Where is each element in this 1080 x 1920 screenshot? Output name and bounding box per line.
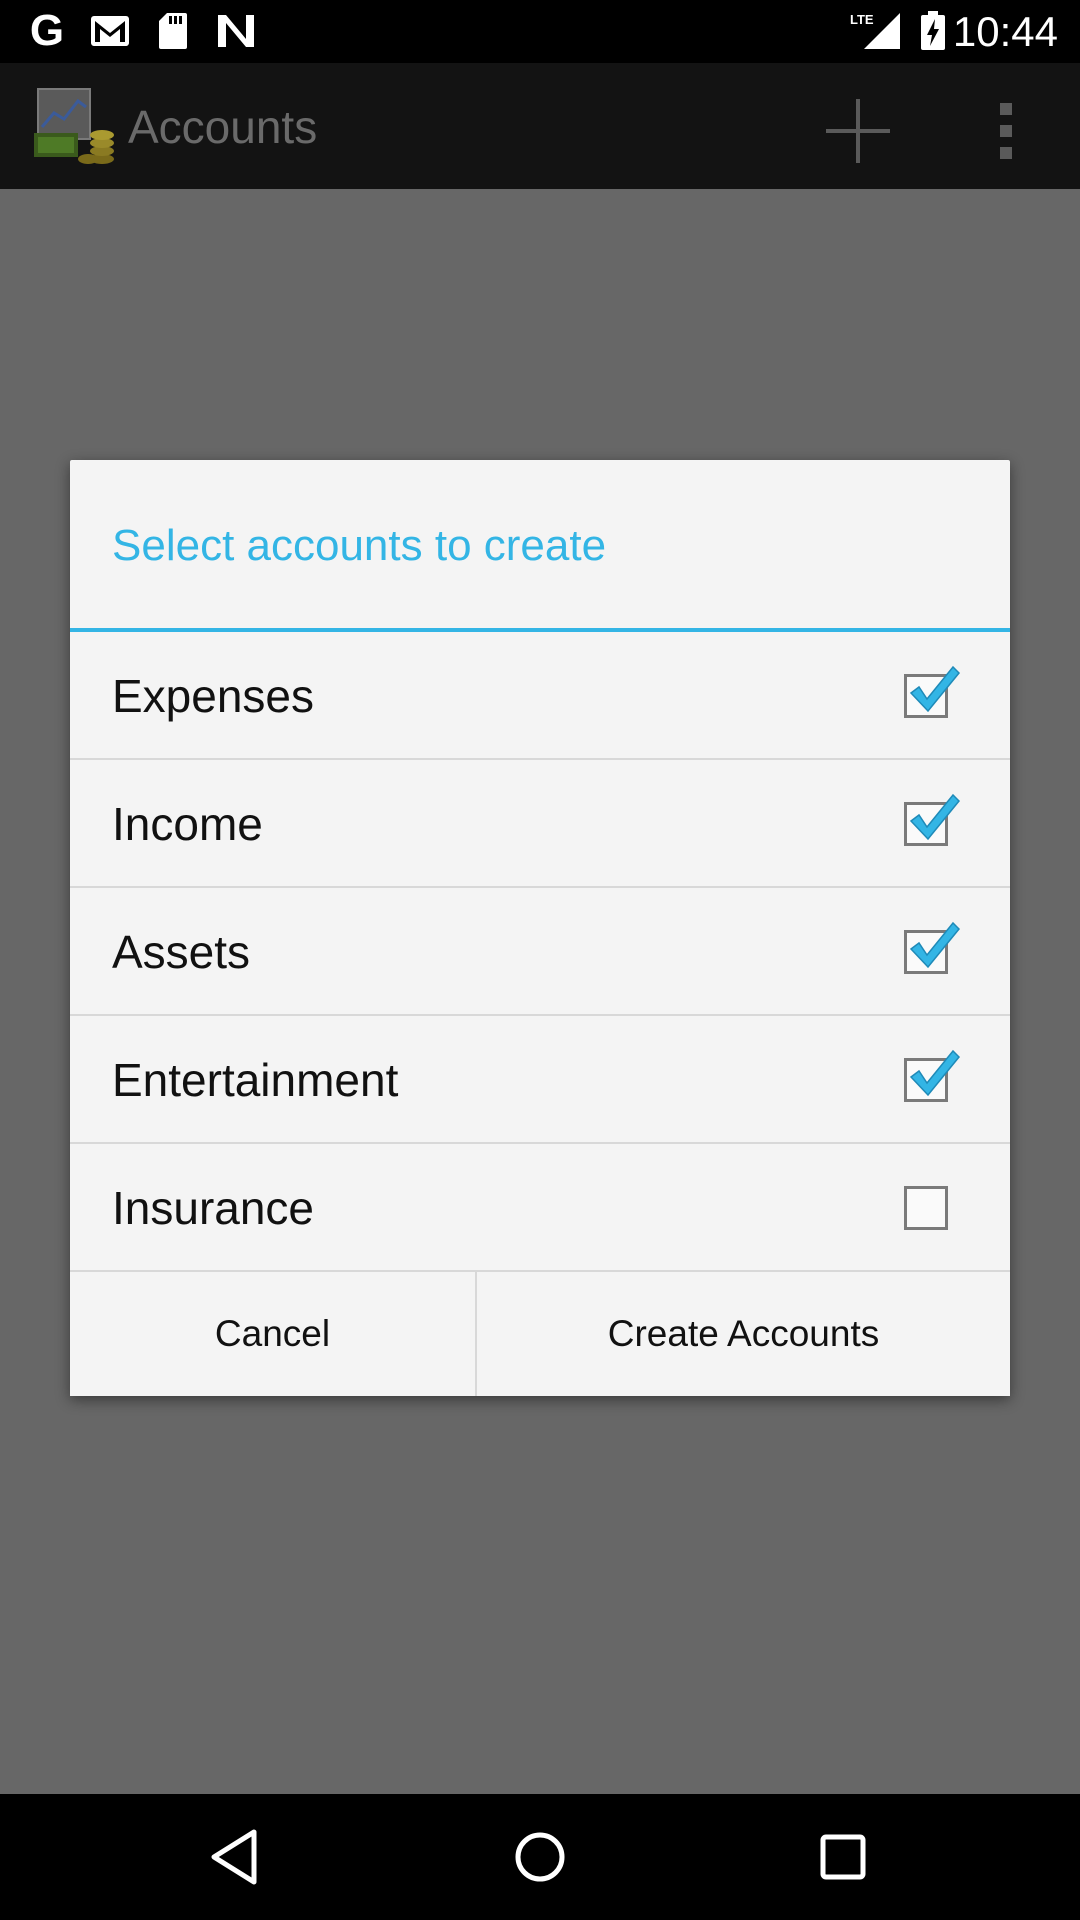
checkmark-icon (909, 1049, 961, 1097)
n-icon (214, 10, 258, 52)
select-accounts-dialog: Select accounts to create Expenses Incom… (70, 460, 1010, 1396)
option-row-income[interactable]: Income (70, 760, 1010, 888)
battery-charging-icon (918, 10, 948, 52)
option-row-assets[interactable]: Assets (70, 888, 1010, 1016)
checkbox-income[interactable] (904, 793, 961, 846)
lte-signal-icon: LTE (848, 10, 902, 52)
dialog-title: Select accounts to create (112, 521, 607, 570)
option-label: Insurance (112, 1182, 315, 1234)
action-bar: Accounts (0, 63, 1080, 189)
gmail-icon (88, 10, 132, 52)
action-bar-title: Accounts (128, 101, 318, 153)
status-bar: G LTE 10:44 (0, 0, 1080, 63)
dialog-button-bar: Cancel Create Accounts (70, 1272, 1010, 1396)
google-icon: G (29, 6, 65, 55)
checkmark-icon (909, 793, 961, 841)
add-icon[interactable] (818, 91, 898, 171)
checkmark-icon (909, 921, 961, 969)
option-row-entertainment[interactable]: Entertainment (70, 1016, 1010, 1144)
cancel-button[interactable]: Cancel (70, 1272, 477, 1396)
option-row-insurance[interactable]: Insurance (70, 1144, 1010, 1272)
checkbox-insurance[interactable] (904, 1186, 948, 1230)
option-label: Income (112, 798, 263, 850)
home-icon[interactable] (505, 1822, 575, 1892)
option-label: Expenses (112, 670, 315, 722)
checkbox-expenses[interactable] (904, 665, 961, 718)
overflow-menu-icon[interactable] (986, 93, 1026, 169)
option-label: Assets (112, 926, 251, 978)
checkbox-assets[interactable] (904, 921, 961, 974)
option-label: Entertainment (112, 1054, 399, 1106)
app-logo-icon (32, 87, 116, 167)
account-option-list: Expenses Income Assets Entertainment Ins… (70, 632, 1010, 1272)
checkmark-icon (909, 665, 961, 713)
recents-icon[interactable] (808, 1822, 878, 1892)
status-time: 10:44 (952, 8, 1058, 55)
navigation-bar (0, 1794, 1080, 1920)
option-row-expenses[interactable]: Expenses (70, 632, 1010, 760)
sd-card-icon (156, 10, 190, 52)
lte-label: LTE (850, 12, 874, 27)
checkbox-entertainment[interactable] (904, 1049, 961, 1102)
create-accounts-button[interactable]: Create Accounts (477, 1272, 1010, 1396)
back-icon[interactable] (200, 1822, 270, 1892)
